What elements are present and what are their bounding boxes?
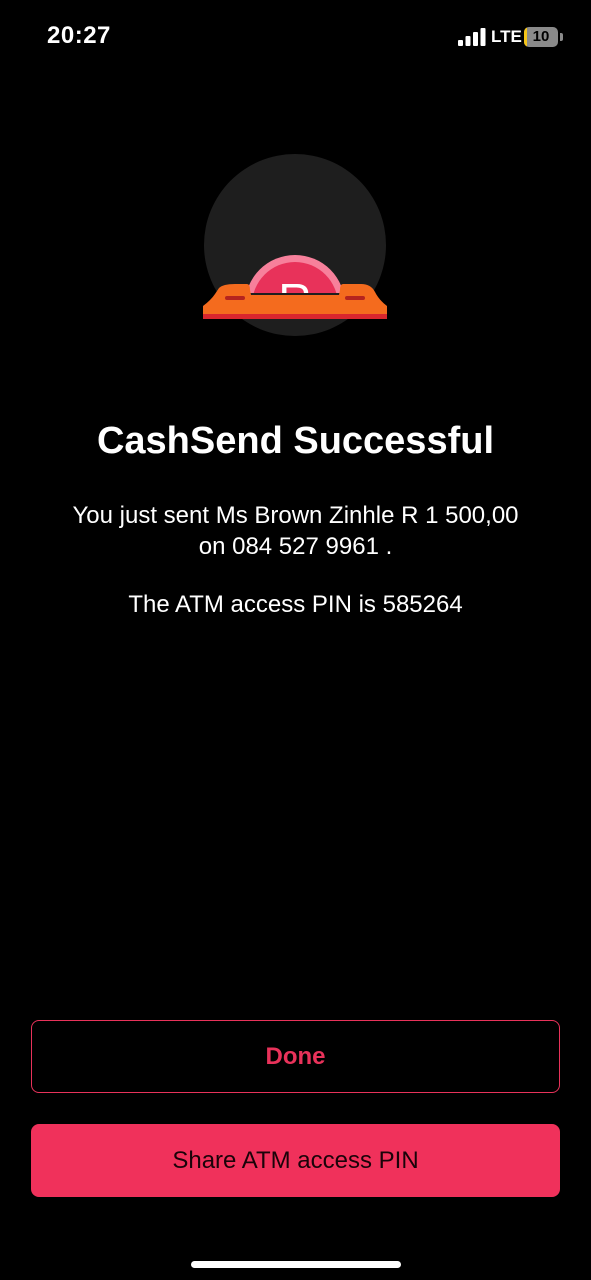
battery-icon: 10 [524,27,564,47]
share-atm-pin-button[interactable]: Share ATM access PIN [31,1124,560,1197]
status-time: 20:27 [47,22,111,49]
home-indicator[interactable] [191,1261,401,1268]
message-recipient-amount: You just sent Ms Brown Zinhle R 1 500,00 [72,502,519,529]
done-button[interactable]: Done [31,1020,560,1093]
signal-icon [458,28,486,46]
status-bar: 20:27 LTE 10 [0,0,591,80]
atm-pin-text: The ATM access PIN is 585264 [128,591,463,618]
confirmation-message: You just sent Ms Brown Zinhle R 1 500,00… [50,500,541,562]
network-type: LTE [491,27,522,46]
message-phone-number: on 084 527 9961 . [198,533,393,560]
battery-level: 10 [532,28,550,45]
page-title: CashSend Successful [96,420,495,462]
cash-slot-icon: R [203,154,387,336]
